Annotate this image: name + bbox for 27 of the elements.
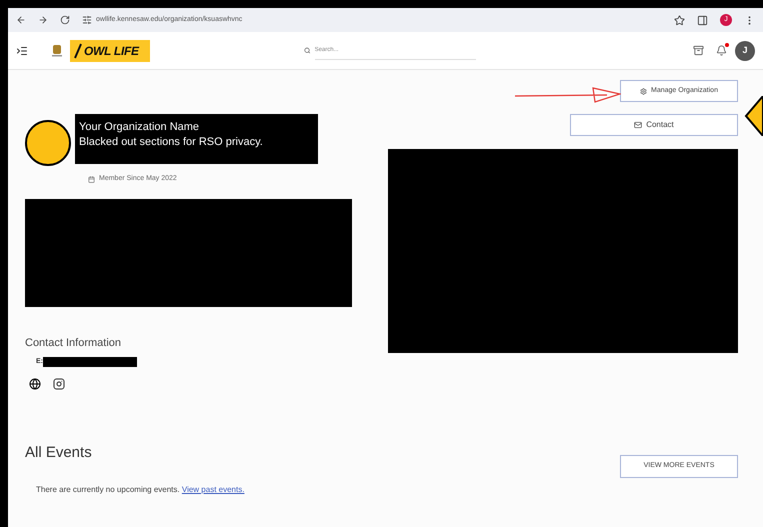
owl-logo-icon — [52, 44, 62, 56]
reload-icon[interactable] — [60, 15, 70, 25]
owl-life-logo[interactable]: OWL LIFE — [70, 40, 150, 62]
site-settings-icon[interactable] — [82, 15, 92, 25]
privacy-note: Blacked out sections for RSO privacy. — [79, 135, 264, 150]
calendar-icon — [88, 176, 95, 183]
menu-icon[interactable] — [16, 44, 28, 56]
mail-icon — [634, 121, 642, 129]
organization-logo — [25, 120, 71, 166]
annotation-shape — [744, 96, 763, 136]
forward-icon[interactable] — [38, 15, 48, 25]
archive-icon[interactable] — [693, 45, 704, 56]
organization-name: Your Organization Name — [79, 120, 200, 135]
section-heading: Contact Information — [25, 336, 122, 350]
back-icon[interactable] — [16, 15, 26, 25]
search-icon — [304, 47, 311, 54]
bookmark-star-icon[interactable] — [674, 14, 685, 26]
side-panel-icon[interactable] — [697, 14, 708, 26]
notification-bell-icon[interactable] — [716, 45, 727, 56]
user-avatar[interactable]: J — [735, 40, 755, 60]
section-heading: All Events — [25, 442, 93, 462]
view-past-events-link[interactable]: View past events. — [182, 485, 244, 494]
gear-icon — [640, 88, 648, 94]
contact-button[interactable]: Contact — [570, 114, 738, 136]
empty-events-message: There are currently no upcoming events. — [36, 485, 181, 494]
globe-icon[interactable] — [29, 378, 41, 390]
instagram-icon[interactable] — [53, 378, 65, 390]
